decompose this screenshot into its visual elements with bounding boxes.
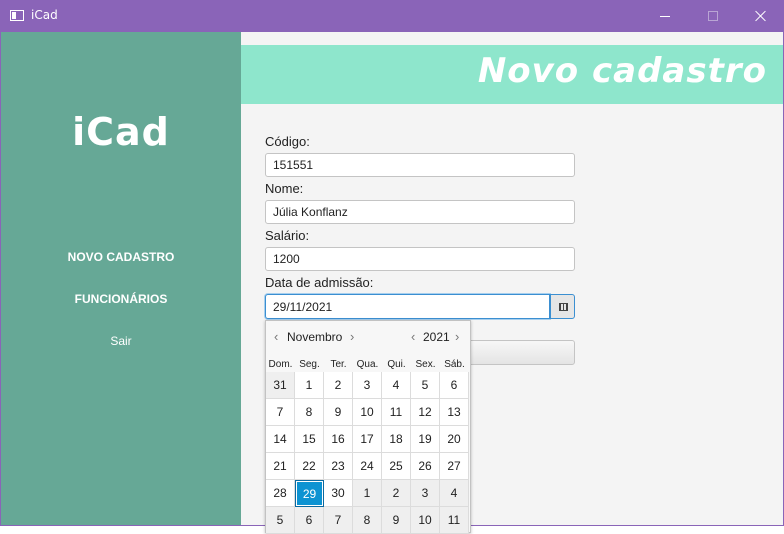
calendar-day[interactable]: 26 (411, 453, 440, 480)
calendar-day[interactable]: 16 (324, 426, 353, 453)
previous-month-icon[interactable]: ‹ (274, 329, 278, 344)
calendar-day[interactable]: 9 (382, 507, 411, 534)
calendar-day[interactable]: 2 (324, 372, 353, 399)
calendar-day[interactable]: 10 (411, 507, 440, 534)
calendar-day[interactable]: 31 (266, 372, 295, 399)
calendar-day[interactable]: 13 (440, 399, 469, 426)
calendar-day[interactable]: 30 (324, 480, 353, 507)
calendar-day[interactable]: 19 (411, 426, 440, 453)
calendar-day[interactable]: 17 (353, 426, 382, 453)
page-title: Novo cadastro (477, 51, 767, 91)
calendar-day[interactable]: 2 (382, 480, 411, 507)
date-picker-popup: ‹ Novembro › ‹ 2021 › Dom. Seg. Ter. Qua. Qu… (265, 320, 471, 534)
form-button-partially-hidden[interactable] (465, 340, 575, 365)
calendar-day[interactable]: 12 (411, 399, 440, 426)
calendar-day[interactable]: 11 (382, 399, 411, 426)
calendar-day[interactable]: 24 (353, 453, 382, 480)
calendar-month: Novembro (287, 330, 343, 344)
salario-label: Salário: (265, 228, 310, 243)
calendar-day[interactable]: 5 (411, 372, 440, 399)
calendar-day[interactable]: 8 (295, 399, 324, 426)
weekday-header: Sáb. (444, 359, 465, 370)
data-admissao-field[interactable] (265, 294, 550, 319)
minimize-icon[interactable] (643, 1, 688, 32)
weekday-header: Seg. (299, 359, 320, 370)
calendar-day[interactable]: 20 (440, 426, 469, 453)
date-picker-button[interactable] (550, 294, 575, 319)
calendar-year: 2021 (423, 330, 450, 344)
calendar-day[interactable]: 3 (411, 480, 440, 507)
calendar-day[interactable]: 15 (295, 426, 324, 453)
calendar-day[interactable]: 1 (353, 480, 382, 507)
calendar-day[interactable]: 22 (295, 453, 324, 480)
calendar-day[interactable]: 23 (324, 453, 353, 480)
salario-field[interactable] (265, 247, 575, 271)
calendar-day[interactable]: 28 (266, 480, 295, 507)
title-bar[interactable]: iCad (1, 1, 783, 32)
codigo-label: Código: (265, 134, 310, 149)
calendar-day[interactable]: 1 (295, 372, 324, 399)
weekday-header: Dom. (268, 359, 293, 370)
calendar-day[interactable]: 27 (440, 453, 469, 480)
calendar-day[interactable]: 7 (324, 507, 353, 534)
weekday-header: Qua. (356, 359, 379, 370)
app-icon (10, 10, 24, 21)
calendar-day[interactable]: 7 (266, 399, 295, 426)
codigo-field[interactable] (265, 153, 575, 177)
sidebar: iCad NOVO CADASTRO FUNCIONÁRIOS Sair (1, 32, 241, 525)
previous-year-icon[interactable]: ‹ (411, 329, 415, 344)
calendar-day[interactable]: 21 (266, 453, 295, 480)
app-logo: iCad (72, 110, 170, 154)
sidebar-item-sair[interactable]: Sair (1, 334, 241, 348)
data-admissao-label: Data de admissão: (265, 275, 374, 290)
sidebar-item-funcionarios[interactable]: FUNCIONÁRIOS (1, 292, 241, 306)
maximize-icon[interactable] (691, 1, 736, 32)
calendar-day-selected[interactable]: 29 (295, 480, 324, 507)
calendar-day[interactable]: 9 (324, 399, 353, 426)
calendar-day[interactable]: 5 (266, 507, 295, 534)
nome-field[interactable] (265, 200, 575, 224)
weekday-header: Ter. (330, 359, 347, 370)
weekday-header: Qui. (387, 359, 406, 370)
calendar-day[interactable]: 14 (266, 426, 295, 453)
calendar-day[interactable]: 25 (382, 453, 411, 480)
sidebar-item-novo-cadastro[interactable]: NOVO CADASTRO (1, 250, 241, 264)
weekday-header: Sex. (415, 359, 436, 370)
next-year-icon[interactable]: › (455, 329, 459, 344)
calendar-day[interactable]: 4 (440, 480, 469, 507)
next-month-icon[interactable]: › (350, 329, 354, 344)
window-title: iCad (31, 8, 58, 22)
calendar-day[interactable]: 11 (440, 507, 469, 534)
page-header: Novo cadastro (241, 45, 783, 104)
calendar-day[interactable]: 18 (382, 426, 411, 453)
calendar-header: ‹ Novembro › ‹ 2021 › (266, 321, 470, 353)
calendar-day[interactable]: 3 (353, 372, 382, 399)
calendar-day[interactable]: 10 (353, 399, 382, 426)
close-icon[interactable] (738, 1, 783, 32)
calendar-day[interactable]: 6 (295, 507, 324, 534)
calendar-icon (559, 303, 568, 311)
calendar-day[interactable]: 6 (440, 372, 469, 399)
calendar-day[interactable]: 4 (382, 372, 411, 399)
nome-label: Nome: (265, 181, 304, 196)
calendar-day[interactable]: 8 (353, 507, 382, 534)
